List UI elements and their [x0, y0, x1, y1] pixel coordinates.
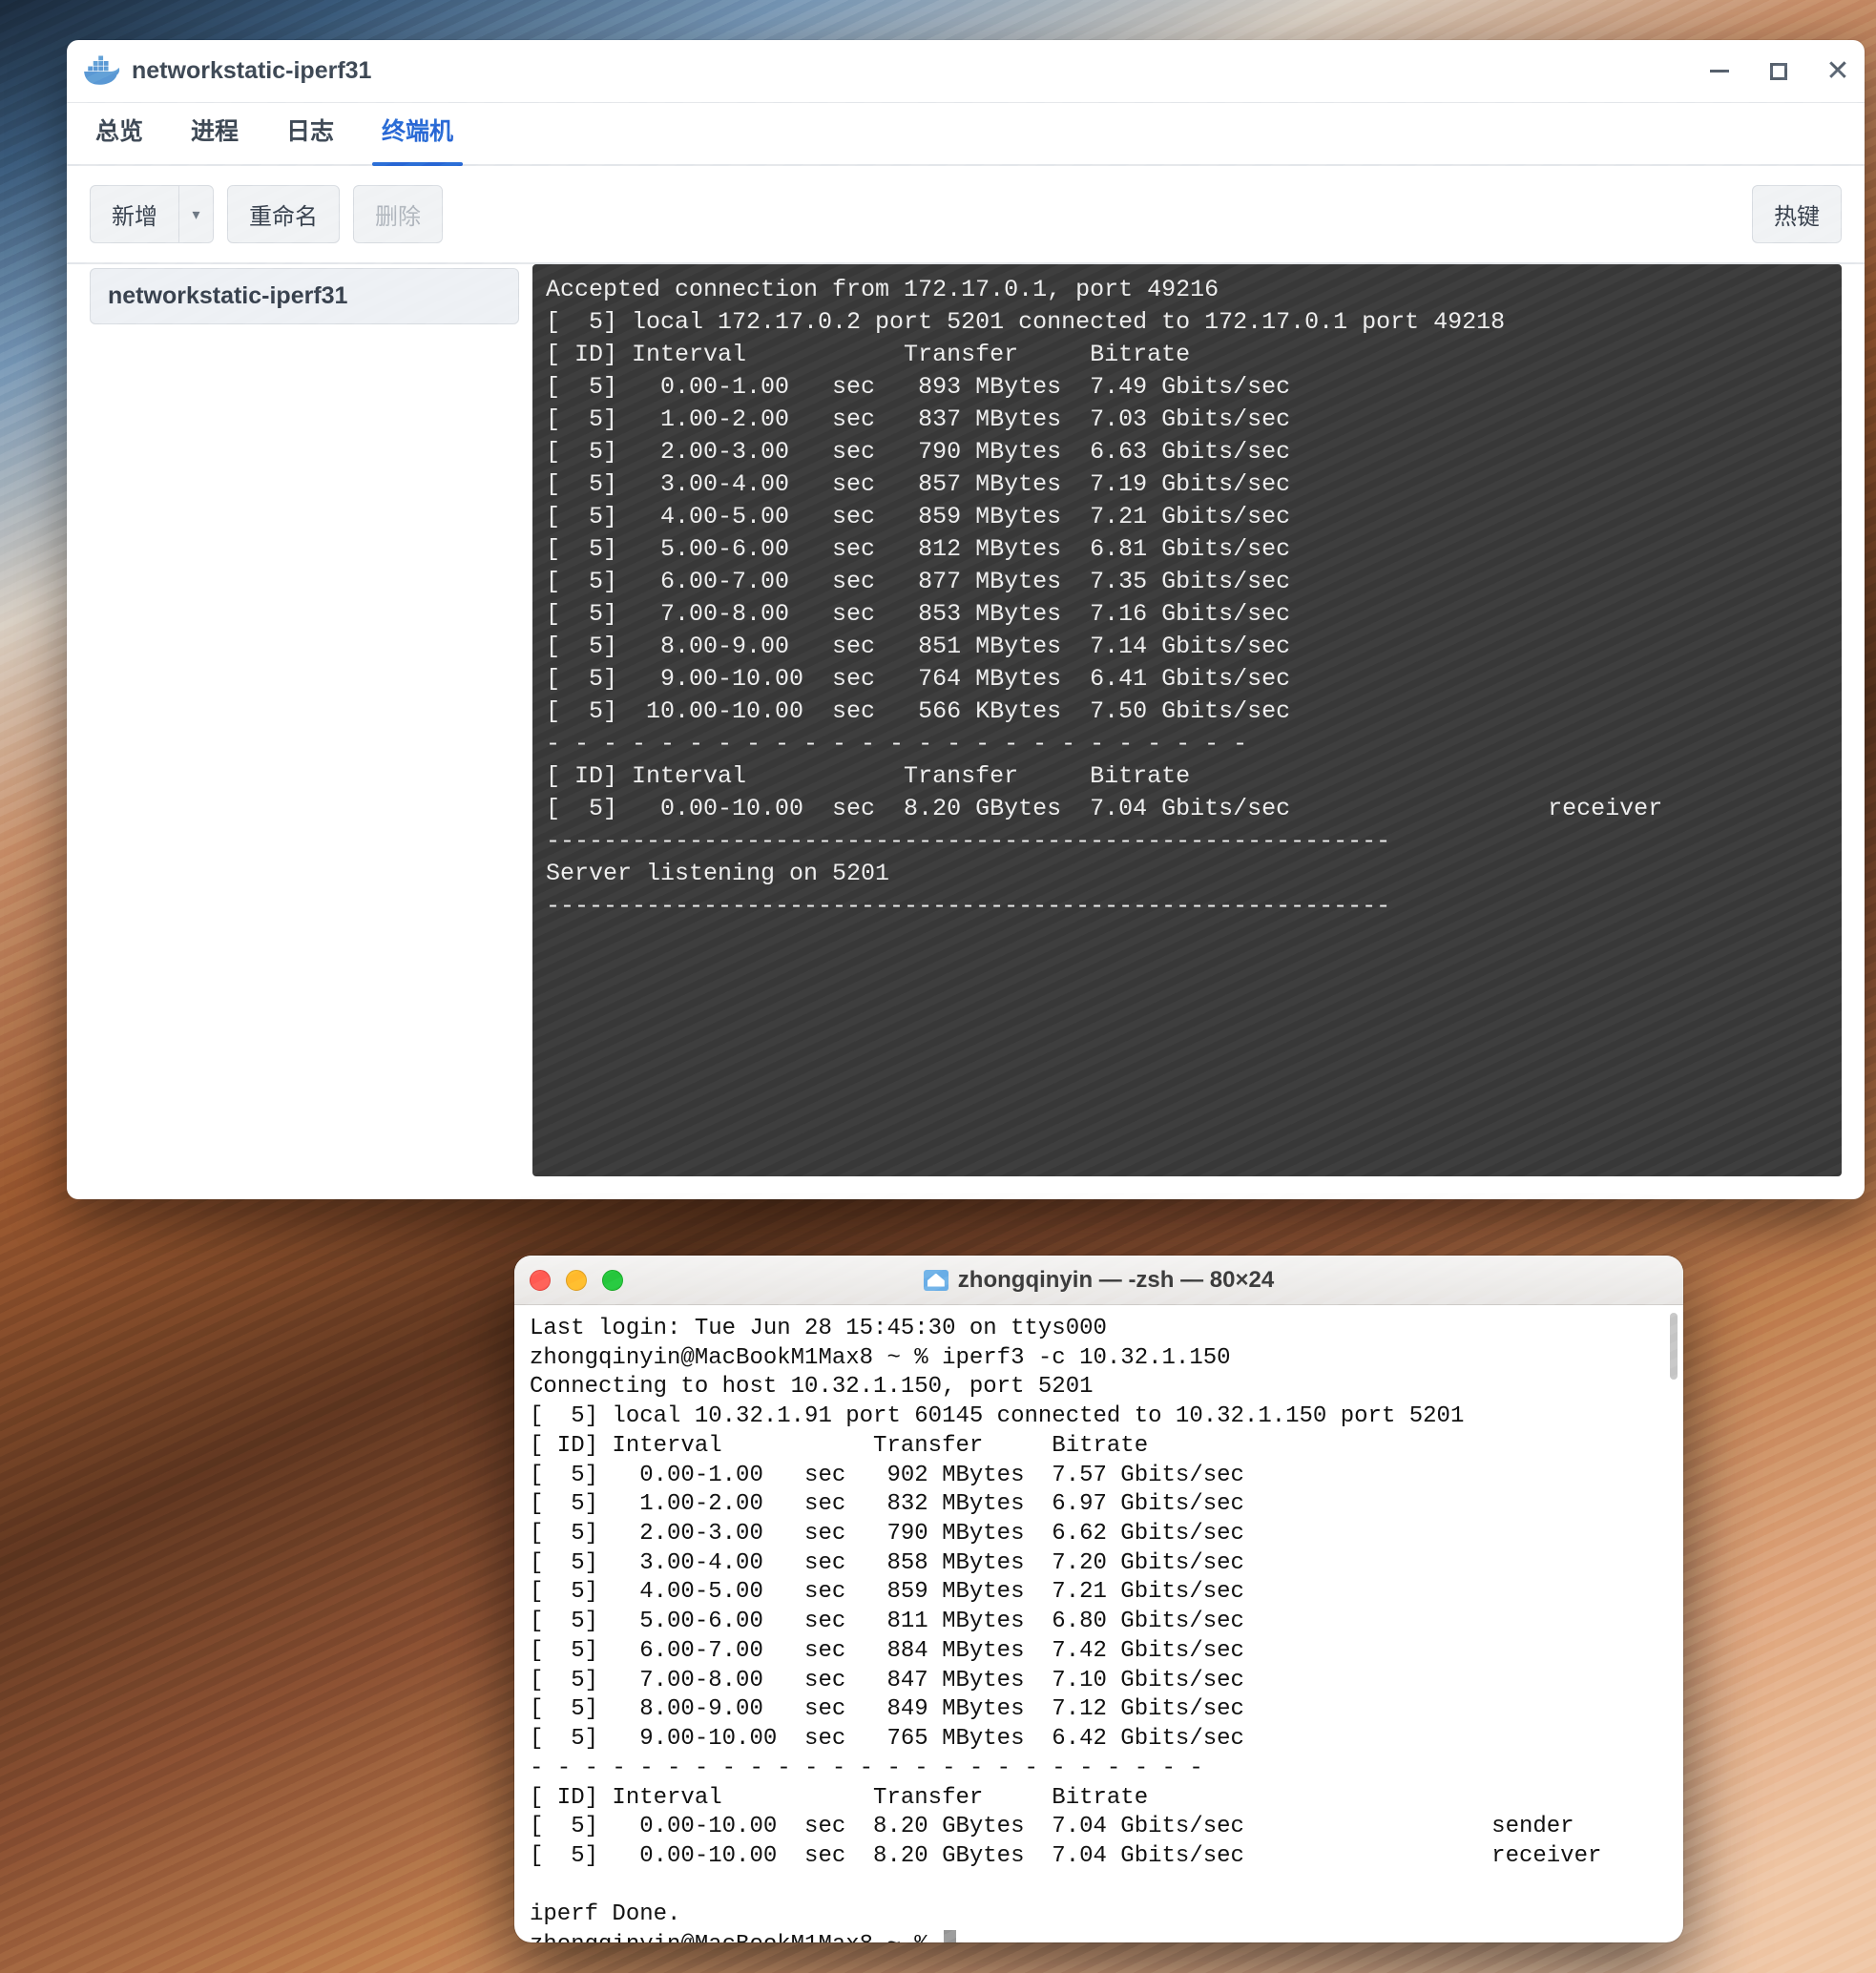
prompt-cursor: [944, 1930, 956, 1942]
rename-button[interactable]: 重命名: [227, 185, 340, 243]
close-button[interactable]: ✕: [1824, 58, 1851, 85]
traffic-lights: [530, 1270, 623, 1291]
hotkeys-button[interactable]: 热键: [1752, 185, 1842, 243]
minimize-button[interactable]: [1706, 58, 1733, 85]
tab-processes[interactable]: 进程: [187, 113, 242, 164]
docker-window: networkstatic-iperf31 ✕ 总览 进程 日志 终端机 新增 …: [67, 40, 1865, 1199]
mac-zoom-button[interactable]: [602, 1270, 623, 1291]
mac-minimize-button[interactable]: [566, 1270, 587, 1291]
maximize-button[interactable]: [1765, 58, 1792, 85]
new-dropdown-button[interactable]: ▾: [179, 185, 214, 243]
docker-terminal-output[interactable]: Accepted connection from 172.17.0.1, por…: [532, 264, 1842, 1176]
mac-titlebar[interactable]: zhongqinyin — -zsh — 80×24: [514, 1256, 1683, 1305]
terminal-session-sidebar: networkstatic-iperf31: [90, 264, 519, 1176]
mac-title: zhongqinyin — -zsh — 80×24: [514, 1267, 1683, 1294]
tab-logs[interactable]: 日志: [282, 113, 338, 164]
docker-whale-icon: [80, 51, 122, 93]
mac-terminal-window: zhongqinyin — -zsh — 80×24 Last login: T…: [514, 1256, 1683, 1942]
docker-toolbar: 新增 ▾ 重命名 删除 热键: [67, 166, 1865, 264]
tab-terminal[interactable]: 终端机: [378, 113, 457, 164]
mac-close-button[interactable]: [530, 1270, 551, 1291]
home-folder-icon: [924, 1270, 948, 1291]
delete-button[interactable]: 删除: [353, 185, 443, 243]
mac-title-text: zhongqinyin — -zsh — 80×24: [958, 1267, 1274, 1294]
mac-terminal-output[interactable]: Last login: Tue Jun 28 15:45:30 on ttys0…: [514, 1305, 1683, 1942]
docker-title: networkstatic-iperf31: [132, 57, 1706, 85]
window-controls: ✕: [1706, 58, 1851, 85]
docker-body: networkstatic-iperf31 Accepted connectio…: [67, 264, 1865, 1199]
tab-overview[interactable]: 总览: [92, 113, 147, 164]
new-button[interactable]: 新增: [90, 185, 179, 243]
docker-titlebar[interactable]: networkstatic-iperf31 ✕: [67, 40, 1865, 103]
scrollbar-thumb[interactable]: [1670, 1313, 1678, 1380]
session-item-iperf31[interactable]: networkstatic-iperf31: [90, 268, 519, 324]
docker-tabs: 总览 进程 日志 终端机: [67, 103, 1865, 166]
new-button-group: 新增 ▾: [90, 185, 214, 243]
